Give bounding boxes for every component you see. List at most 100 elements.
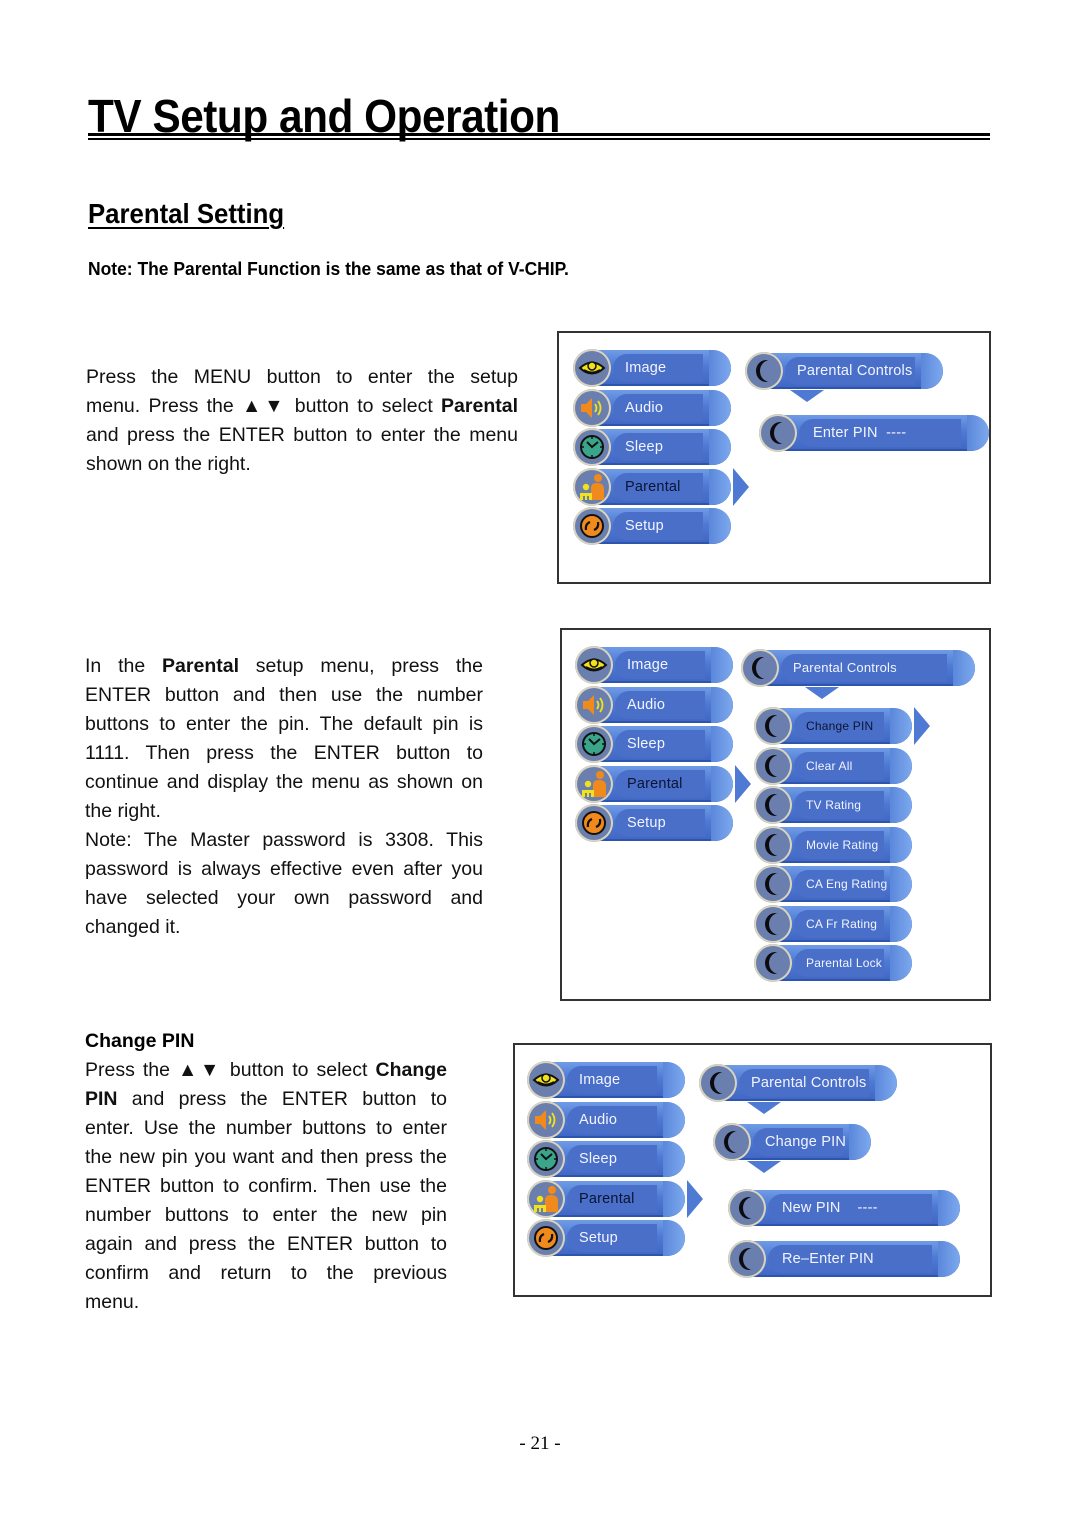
parental-controls-header: Parental Controls [745,352,943,390]
crescent-icon [713,1123,751,1161]
main-menu-item-setup[interactable]: Setup [573,507,731,545]
change-pin-heading: Change PIN [85,1030,195,1052]
parental-option-clear-all[interactable]: Clear All [754,746,912,785]
speaker-icon [575,685,613,724]
new-pin-value: ---- [857,1200,878,1216]
main-menu-item-image[interactable]: Image [575,646,733,684]
parental-option-change-pin[interactable]: Change PIN [754,707,912,745]
menu-item-label: Audio [625,399,664,416]
main-menu-item-parental[interactable]: Parental [575,764,733,803]
text-line: buttons to enter the pin. The default pi… [85,713,483,735]
parent-child-icon [573,467,611,506]
main-menu-item-image[interactable]: Image [573,349,731,387]
menu-item-label: CA Fr Rating [806,916,878,931]
clock-icon [573,428,611,466]
eye-icon [573,349,611,387]
eye-icon [527,1061,565,1099]
title-rule-secondary [88,138,990,140]
parental-option-tv-rating[interactable]: TV Rating [754,786,912,824]
eye-icon [575,646,613,684]
speaker-icon [527,1100,565,1139]
paragraph-master-password: Note: The Master password is 3308. This p… [85,826,483,942]
main-menu-item-parental[interactable]: Parental [573,467,731,506]
menu-item-label: Image [579,1072,621,1088]
crescent-icon [754,865,792,903]
text-line: continue and display the menu as shown o… [85,771,483,793]
main-menu-item-setup[interactable]: Setup [575,804,733,842]
parental-controls-header: Parental Controls [741,649,975,687]
menu-item-label: Clear All [806,758,853,773]
submenu-arrow-icon [914,707,930,745]
text-line: 1111. Then press the ENTER button to [85,742,483,764]
text-line: changed it. [85,916,181,938]
menu-item-label: Setup [625,518,664,534]
menu-item-label: Sleep [627,736,666,752]
paragraph-change-pin: Press the ▲▼ button to select Change PIN … [85,1056,447,1317]
menu-item-label: Image [625,360,667,376]
new-pin-field[interactable]: New PIN ---- [728,1189,960,1227]
crescent-icon [754,944,792,982]
new-pin-label: New PIN [782,1200,841,1216]
crescent-icon [754,825,792,864]
down-arrow-icon [747,1161,781,1173]
text-line: and press the ENTER button to enter the … [86,424,518,446]
crescent-icon [699,1064,737,1102]
text-line: password is always effective even after … [85,858,483,880]
main-menu-item-image[interactable]: Image [527,1061,685,1099]
down-arrow-icon [790,390,824,402]
text-line: Note: The Master password is 3308. This [85,829,483,851]
menu-item-label: Parental [625,478,681,495]
crescent-icon [759,414,797,452]
text-line: have selected your own password and [85,887,483,909]
menu-item-label: Audio [579,1111,618,1128]
wrench-icon [575,804,613,842]
menu-item-label: CA Eng Rating [806,877,888,891]
pin-value: ---- [886,425,907,441]
text-line: menu. Press the ▲▼ button to select Pare… [86,395,518,417]
parental-option-ca-fr-rating[interactable]: CA Fr Rating [754,904,912,943]
parental-option-parental-lock[interactable]: Parental Lock [754,944,912,982]
text-line: the new pin you want and then press the [85,1146,447,1168]
reenter-pin-field[interactable]: Re–Enter PIN [728,1240,960,1278]
menu-item-label: Parental [579,1190,635,1207]
parent-child-icon [527,1179,565,1218]
main-menu-item-audio[interactable]: Audio [527,1100,685,1139]
enter-pin-label: Enter PIN [813,425,878,441]
menu-item-label: Sleep [625,439,664,455]
text-line: the right. [85,800,161,822]
parental-controls-header: Parental Controls [699,1064,897,1102]
main-menu-item-sleep[interactable]: Sleep [527,1140,685,1178]
menu-item-label: Parental Lock [806,956,882,970]
text-line: In the Parental setup menu, press the [85,655,483,677]
paragraph-enter-menu: Press the MENU button to enter the setup… [86,363,518,479]
text-line: shown on the right. [86,453,251,475]
main-menu-item-setup[interactable]: Setup [527,1219,685,1257]
menu-item-label: Audio [627,696,666,713]
text-line: ENTER button to confirm. Then use the [85,1175,447,1197]
bold-term: Parental [441,395,518,417]
text-line: confirm and return to the previous [85,1262,447,1284]
down-arrow-icon [747,1102,781,1114]
menu-item-label: Image [627,657,669,673]
parental-option-movie-rating[interactable]: Movie Rating [754,825,912,864]
enter-pin-field[interactable]: Enter PIN ---- [759,414,989,452]
main-menu-item-audio[interactable]: Audio [573,388,731,427]
menu-item-label: Change PIN [806,719,874,733]
menu-item-label: Setup [627,815,666,831]
menu-item-label: Setup [579,1230,618,1246]
crescent-icon [728,1240,766,1278]
parental-option-ca-eng-rating[interactable]: CA Eng Rating [754,865,912,903]
main-menu-item-sleep[interactable]: Sleep [575,725,733,763]
text-line: enter. Use the number buttons to enter [85,1117,447,1139]
screenshot-enter-pin: Parental Controls Enter PIN ---- Image Au… [557,331,991,584]
screenshot-parental-menu: Parental Controls Image Audio Sleep Parenta… [560,628,991,1001]
crescent-icon [741,649,779,687]
main-menu-item-audio[interactable]: Audio [575,685,733,724]
wrench-icon [573,507,611,545]
menu-item-label: TV Rating [806,798,862,812]
clock-icon [575,725,613,763]
main-menu-item-sleep[interactable]: Sleep [573,428,731,466]
main-menu-item-parental[interactable]: Parental [527,1179,685,1218]
crescent-icon [754,904,792,943]
text-line: again and press the ENTER button to [85,1233,447,1255]
